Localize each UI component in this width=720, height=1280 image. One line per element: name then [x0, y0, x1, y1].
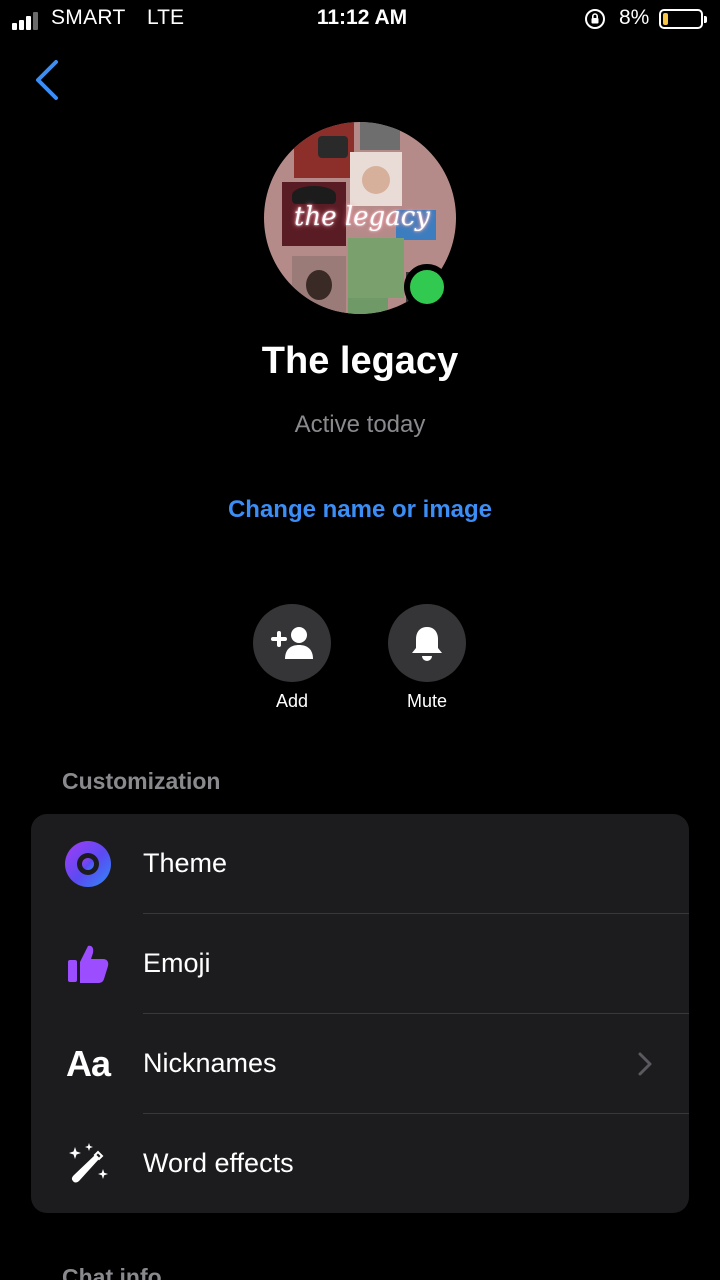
avatar-photo-tile	[318, 136, 348, 158]
mute-button-circle[interactable]	[388, 604, 466, 682]
customization-header: Customization	[62, 768, 221, 794]
bell-icon	[412, 627, 442, 661]
mute-button[interactable]: Mute	[367, 604, 487, 712]
word-effects-label: Word effects	[143, 1148, 294, 1178]
avatar-photo-tile	[360, 122, 400, 150]
theme-label: Theme	[143, 848, 228, 878]
customization-row-theme[interactable]: Theme	[31, 814, 689, 914]
mute-label: Mute	[406, 691, 448, 711]
theme-circle-icon	[63, 839, 113, 889]
back-button[interactable]	[30, 58, 66, 102]
chat-details-screen: SMART LTE 11:12 AM 8% the legacy The leg…	[0, 0, 720, 1280]
status-bar: SMART LTE 11:12 AM 8%	[0, 0, 720, 40]
chat-title: The legacy	[261, 340, 459, 382]
online-indicator	[404, 264, 450, 310]
add-button-circle[interactable]	[253, 604, 331, 682]
status-time: 11:12 AM	[316, 6, 408, 29]
thumbs-up-icon	[63, 939, 113, 989]
add-people-button[interactable]: Add	[232, 604, 352, 712]
battery-percent: 8%	[619, 6, 650, 29]
change-name-or-image-link[interactable]: Change name or image	[160, 496, 560, 524]
add-label: Add	[275, 691, 309, 711]
customization-row-word-effects[interactable]: Word effects	[31, 1114, 689, 1213]
active-status: Active today	[294, 411, 426, 438]
battery-icon	[659, 9, 707, 29]
add-person-icon	[271, 627, 313, 659]
nicknames-label: Nicknames	[143, 1048, 277, 1078]
battery-level-fill	[663, 13, 668, 25]
orientation-lock-icon	[585, 9, 605, 29]
chevron-right-icon	[638, 1052, 652, 1076]
chat-info-header: Chat info	[62, 1264, 162, 1280]
aa-text-icon: Aa	[63, 1039, 113, 1089]
magic-wand-icon	[63, 1139, 113, 1189]
customization-row-nicknames[interactable]: Aa Nicknames	[31, 1014, 689, 1114]
emoji-label: Emoji	[143, 948, 211, 978]
avatar-photo-tile	[362, 166, 390, 194]
avatar-caption: the legacy	[294, 202, 430, 232]
customization-card: Theme Emoji Aa Nicknames Word effects	[31, 814, 689, 1213]
aa-glyph: Aa	[65, 1043, 111, 1084]
customization-row-emoji[interactable]: Emoji	[31, 914, 689, 1014]
avatar-photo-tile	[306, 270, 332, 300]
avatar-photo-tile	[348, 298, 388, 314]
avatar-photo-tile	[348, 238, 404, 298]
